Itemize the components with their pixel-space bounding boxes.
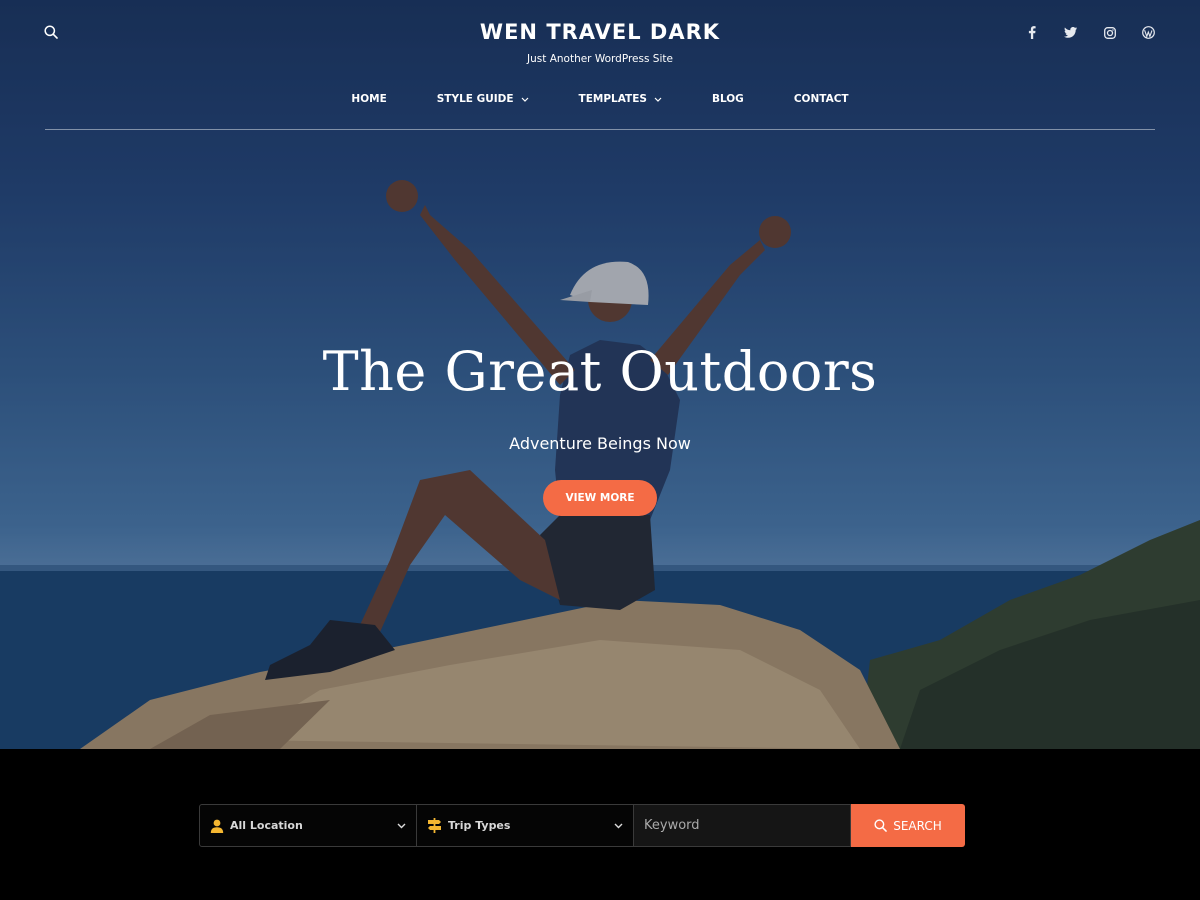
trip-types-select-label: Trip Types bbox=[448, 819, 511, 832]
nav-item-templates[interactable]: TEMPLATES bbox=[554, 93, 687, 105]
keyword-input[interactable] bbox=[644, 818, 840, 833]
trip-types-select[interactable]: Trip Types bbox=[417, 804, 634, 847]
site-description: Just Another WordPress Site bbox=[527, 53, 673, 65]
nav-item-blog[interactable]: BLOG bbox=[687, 93, 769, 105]
twitter-icon[interactable] bbox=[1063, 25, 1078, 40]
nav-item-label: STYLE GUIDE bbox=[436, 93, 514, 105]
main-navigation: HOME STYLE GUIDE TEMPLATES BLOG CONTACT bbox=[0, 93, 1200, 105]
header-divider bbox=[45, 129, 1155, 130]
search-button-label: SEARCH bbox=[893, 818, 942, 833]
location-select[interactable]: All Location bbox=[199, 804, 417, 847]
social-links bbox=[1024, 25, 1156, 40]
signpost-icon bbox=[427, 818, 442, 833]
search-icon bbox=[874, 819, 888, 832]
user-icon bbox=[210, 819, 224, 833]
trip-search-form: All Location Trip Types SEARCH bbox=[199, 804, 965, 847]
instagram-icon[interactable] bbox=[1102, 25, 1117, 40]
chevron-down-icon bbox=[614, 823, 623, 829]
chevron-down-icon bbox=[397, 823, 406, 829]
site-title[interactable]: WEN TRAVEL DARK bbox=[0, 20, 1200, 44]
facebook-icon[interactable] bbox=[1024, 25, 1039, 40]
nav-item-contact[interactable]: CONTACT bbox=[769, 93, 874, 105]
keyword-field[interactable] bbox=[634, 804, 851, 847]
hero-subtitle: Adventure Beings Now bbox=[509, 434, 691, 453]
search-button[interactable]: SEARCH bbox=[851, 804, 965, 847]
nav-item-label: TEMPLATES bbox=[578, 93, 647, 105]
nav-item-label: HOME bbox=[351, 93, 387, 105]
nav-item-label: BLOG bbox=[711, 93, 744, 105]
wordpress-icon[interactable] bbox=[1141, 25, 1156, 40]
chevron-down-icon bbox=[654, 97, 662, 102]
nav-item-home[interactable]: HOME bbox=[326, 93, 411, 105]
location-select-label: All Location bbox=[230, 819, 303, 832]
nav-item-style-guide[interactable]: STYLE GUIDE bbox=[412, 93, 554, 105]
hero-title: The Great Outdoors bbox=[322, 340, 878, 403]
nav-item-label: CONTACT bbox=[793, 93, 849, 105]
chevron-down-icon bbox=[521, 97, 528, 102]
view-more-button[interactable]: VIEW MORE bbox=[543, 480, 657, 516]
